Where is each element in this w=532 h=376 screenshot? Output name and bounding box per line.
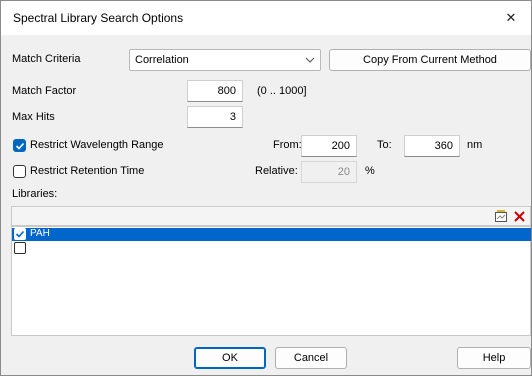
retention-relative-field[interactable]: 20 — [301, 161, 357, 183]
library-item-empty[interactable] — [12, 242, 531, 255]
wavelength-unit: nm — [467, 139, 483, 151]
wavelength-from-label: From: — [273, 139, 302, 151]
restrict-wavelength-checkbox[interactable] — [13, 139, 26, 152]
help-button-label: Help — [482, 352, 506, 364]
max-hits-label: Max Hits — [12, 111, 55, 123]
ok-button-label: OK — [222, 352, 238, 364]
wavelength-to-field[interactable]: 360 — [404, 135, 460, 157]
libraries-toolbar — [11, 206, 531, 226]
cancel-button-label: Cancel — [293, 352, 329, 364]
retention-unit: % — [365, 165, 375, 177]
cancel-button[interactable]: Cancel — [275, 347, 347, 369]
library-item-label: PAH — [30, 228, 50, 239]
delete-icon[interactable] — [511, 208, 528, 224]
spectral-library-search-options-dialog: Spectral Library Search Options ✕ Match … — [0, 0, 532, 376]
library-item-pah[interactable]: PAH — [12, 228, 531, 241]
match-factor-label: Match Factor — [12, 85, 77, 97]
checkmark-icon — [15, 142, 25, 150]
ok-button[interactable]: OK — [194, 347, 266, 369]
dialog-title: Spectral Library Search Options — [13, 11, 184, 25]
match-factor-field[interactable]: 800 — [187, 80, 243, 102]
close-button[interactable]: ✕ — [491, 1, 531, 35]
copy-from-current-method-label: Copy From Current Method — [363, 54, 497, 66]
match-criteria-dropdown[interactable]: Correlation — [129, 49, 321, 71]
restrict-retention-checkbox[interactable] — [13, 165, 26, 178]
chevron-down-icon — [304, 53, 316, 67]
match-criteria-value: Correlation — [135, 54, 189, 66]
title-bar: Spectral Library Search Options ✕ — [1, 1, 531, 35]
match-factor-range-hint: (0 .. 1000] — [257, 85, 307, 97]
retention-relative-label: Relative: — [255, 165, 298, 177]
library-item-checkbox[interactable] — [14, 242, 26, 254]
help-button[interactable]: Help — [457, 347, 531, 369]
restrict-retention-label: Restrict Retention Time — [30, 165, 145, 177]
libraries-label: Libraries: — [12, 188, 58, 200]
close-icon: ✕ — [505, 10, 517, 25]
max-hits-field[interactable]: 3 — [187, 106, 243, 128]
library-item-checkbox[interactable] — [14, 228, 26, 240]
libraries-list: PAH — [11, 226, 531, 336]
new-library-icon[interactable] — [492, 208, 509, 224]
checkmark-icon — [15, 230, 25, 238]
copy-from-current-method-button[interactable]: Copy From Current Method — [329, 49, 531, 71]
wavelength-to-label: To: — [377, 139, 392, 151]
match-criteria-label: Match Criteria — [12, 53, 81, 65]
wavelength-from-field[interactable]: 200 — [301, 135, 357, 157]
restrict-wavelength-label: Restrict Wavelength Range — [30, 139, 164, 151]
